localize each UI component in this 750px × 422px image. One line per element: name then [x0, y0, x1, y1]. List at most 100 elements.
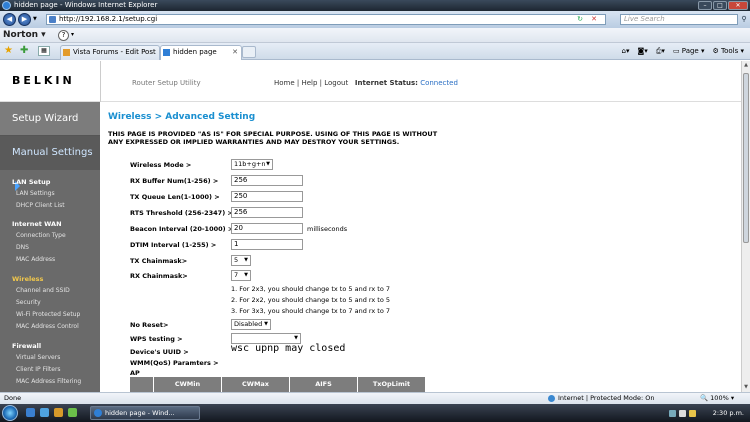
refresh-icon[interactable]: ↻ — [574, 14, 586, 24]
quicklaunch-ie-icon[interactable] — [40, 408, 49, 417]
chevron-down-icon: ▼ — [244, 272, 248, 278]
close-tab-icon[interactable]: ✕ — [232, 46, 238, 59]
manual-settings-label: Manual Settings — [12, 147, 93, 158]
sidebar-item-mac-address-control[interactable]: MAC Address Control — [16, 323, 79, 330]
scroll-thumb[interactable] — [743, 73, 749, 243]
forward-button[interactable]: ▶ — [18, 13, 31, 26]
scroll-down-icon[interactable]: ▼ — [742, 383, 750, 392]
setup-wizard-link[interactable]: Setup Wizard — [0, 102, 100, 136]
favorites-star-icon[interactable]: ★ — [4, 45, 13, 57]
sidebar-item-channel-ssid[interactable]: Channel and SSID — [16, 287, 70, 294]
rts-threshold-input[interactable]: 256 — [231, 207, 303, 218]
wmm-label: WMM(QoS) Paramters > — [130, 359, 219, 367]
internet-status-value: Connected — [420, 79, 458, 87]
search-icon[interactable]: ⚲ — [739, 14, 749, 25]
sidebar-item-client-ip-filters[interactable]: Client IP Filters — [16, 366, 61, 373]
print-icon[interactable]: ⎙▾ — [656, 46, 665, 57]
help-icon[interactable]: ? — [58, 30, 69, 41]
ap-label: AP — [130, 369, 140, 377]
sidebar-item-security[interactable]: Security — [16, 299, 41, 306]
status-done: Done — [4, 394, 22, 402]
stop-icon[interactable]: ✕ — [588, 14, 600, 24]
taskbar-task-label: hidden page - Wind... — [105, 409, 175, 417]
beacon-unit: milliseconds — [307, 225, 348, 233]
system-tray: 2:30 p.m. — [665, 406, 750, 420]
rx-buffer-input[interactable]: 256 — [231, 175, 303, 186]
norton-toolbar: Norton ▾ ? ▾ — [0, 28, 750, 43]
sidebar-item-wifi-protected-setup[interactable]: Wi-Fi Protected Setup — [16, 311, 80, 318]
address-tools: ↻ ✕ — [574, 14, 600, 24]
tools-menu-label: Tools — [721, 47, 739, 55]
belkin-logo: BELKIN — [12, 74, 75, 87]
beacon-interval-label: Beacon Interval (20-1000) > — [130, 225, 234, 233]
back-button[interactable]: ◀ — [3, 13, 16, 26]
close-button[interactable]: ✕ — [728, 1, 748, 10]
start-button[interactable] — [2, 405, 18, 421]
sidebar-item-dhcp-client-list[interactable]: DHCP Client List — [16, 202, 65, 209]
quicklaunch-app-icon[interactable] — [68, 408, 77, 417]
sidebar: Setup Wizard Manual Settings LAN Setup L… — [0, 102, 100, 392]
search-input[interactable]: Live Search — [620, 14, 738, 25]
chainmask-note-1: 1. For 2x3, you should change tx to 5 an… — [231, 285, 391, 293]
taskbar: hidden page - Wind... 2:30 p.m. — [0, 404, 750, 422]
sidebar-item-mac-address-filtering[interactable]: MAC Address Filtering — [16, 378, 81, 385]
no-reset-value: Disabled — [234, 320, 263, 328]
sidebar-item-lan-settings[interactable]: LAN Settings — [16, 190, 55, 197]
header-divider — [100, 61, 101, 102]
sidebar-item-virtual-servers[interactable]: Virtual Servers — [16, 354, 60, 361]
clock[interactable]: 2:30 p.m. — [713, 406, 744, 420]
minimize-button[interactable]: – — [698, 1, 712, 10]
tx-queue-input[interactable]: 250 — [231, 191, 303, 202]
title-bar: hidden page - Windows Internet Explorer … — [0, 0, 750, 11]
sidebar-item-mac-address[interactable]: MAC Address — [16, 256, 55, 263]
home-help-logout-links[interactable]: Home | Help | Logout — [274, 79, 348, 87]
tab-vista-forums[interactable]: Vista Forums - Edit Post — [60, 45, 160, 60]
home-icon[interactable]: ⌂▾ — [622, 46, 630, 57]
quicklaunch-folder-icon[interactable] — [54, 408, 63, 417]
page-icon — [49, 16, 56, 23]
help-dropdown-icon[interactable]: ▾ — [71, 31, 74, 38]
history-dropdown-icon[interactable]: ▼ — [33, 16, 37, 22]
taskbar-ie-window[interactable]: hidden page - Wind... — [90, 406, 200, 420]
rx-chainmask-select[interactable]: 7 ▼ — [231, 270, 251, 281]
sidebar-item-connection-type[interactable]: Connection Type — [16, 232, 66, 239]
tab-label: Vista Forums - Edit Post — [73, 48, 156, 56]
dtim-interval-input[interactable]: 1 — [231, 239, 303, 250]
sidebar-item-dns[interactable]: DNS — [16, 244, 29, 251]
tx-chainmask-select[interactable]: 5 ▼ — [231, 255, 251, 266]
device-uuid-label: Device's UUID > — [130, 348, 189, 356]
beacon-interval-input[interactable]: 20 — [231, 223, 303, 234]
page-menu-label: Page — [681, 47, 699, 55]
wireless-mode-select[interactable]: 11b+g+n ▼ — [231, 159, 273, 170]
quick-tabs-icon[interactable]: ▦ — [38, 46, 50, 56]
search-placeholder: Live Search — [624, 15, 665, 23]
address-input[interactable]: http://192.168.2.1/setup.cgi — [46, 14, 606, 25]
manual-settings-link[interactable]: Manual Settings — [0, 136, 100, 191]
add-favorite-icon[interactable]: ✚ — [20, 45, 28, 57]
scroll-up-icon[interactable]: ▲ — [742, 61, 750, 70]
chevron-down-icon: ▼ — [294, 335, 298, 341]
rx-chainmask-label: RX Chainmask> — [130, 272, 188, 280]
chevron-down-icon: ▼ — [244, 257, 248, 263]
quicklaunch-desktop-icon[interactable] — [26, 408, 35, 417]
tools-menu[interactable]: ⚙ Tools ▾ — [712, 46, 744, 57]
maximize-button[interactable]: □ — [713, 1, 727, 10]
tab-label: hidden page — [173, 48, 217, 56]
ie-icon — [94, 409, 102, 417]
norton-label: Norton — [3, 30, 39, 40]
page-menu[interactable]: ▭ Page ▾ — [673, 46, 705, 57]
tray-volume-icon[interactable] — [679, 410, 686, 417]
no-reset-select[interactable]: Disabled ▼ — [231, 319, 271, 330]
wireless-mode-value: 11b+g+n — [234, 160, 266, 168]
vertical-scrollbar[interactable]: ▲ ▼ — [741, 61, 750, 392]
tray-norton-icon[interactable] — [689, 410, 696, 417]
tab-hidden-page[interactable]: hidden page ✕ — [160, 45, 242, 60]
security-zone[interactable]: Internet | Protected Mode: On — [548, 393, 655, 404]
tray-network-icon[interactable] — [669, 410, 676, 417]
feeds-icon[interactable]: ◙▾ — [638, 46, 648, 57]
new-tab-button[interactable] — [242, 46, 256, 58]
norton-menu[interactable]: Norton ▾ — [3, 30, 46, 40]
rx-buffer-label: RX Buffer Num(1-256) > — [130, 177, 219, 185]
chevron-down-icon: ▼ — [266, 161, 270, 167]
zoom-level[interactable]: 🔍 100% ▾ — [700, 393, 734, 404]
